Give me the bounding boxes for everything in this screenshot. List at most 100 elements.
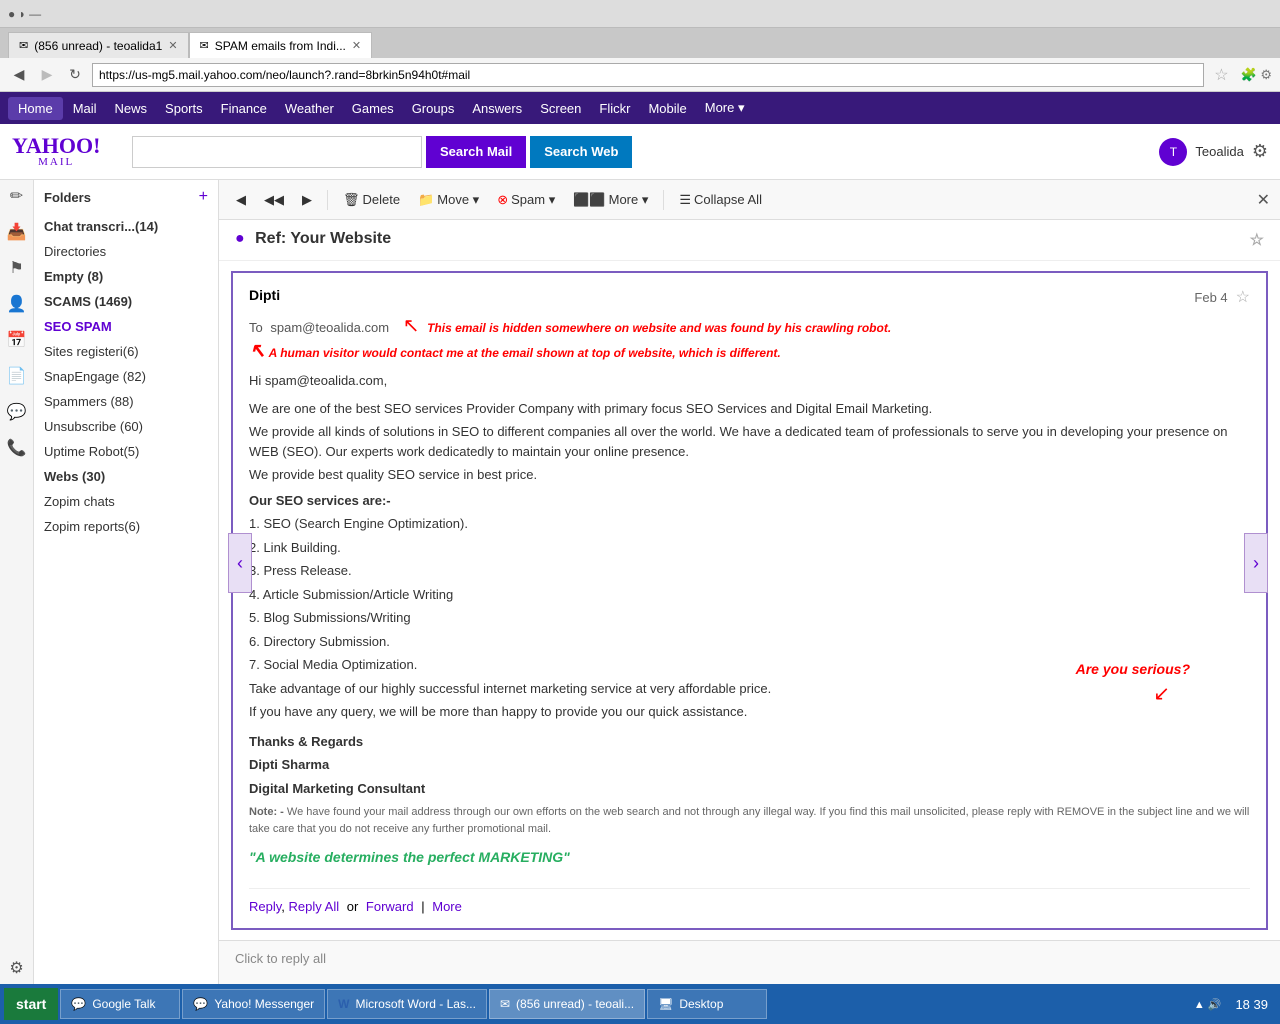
sidebar-item-unsubscribe[interactable]: Unsubscribe (60) xyxy=(34,414,218,439)
add-folder-button[interactable]: + xyxy=(199,188,208,206)
contacts-icon[interactable]: 👤 xyxy=(7,294,27,314)
nav-weather[interactable]: Weather xyxy=(277,97,342,120)
sidebar-item-scams[interactable]: SCAMS (1469) xyxy=(34,289,218,314)
search-web-button[interactable]: Search Web xyxy=(530,136,632,168)
tab-1[interactable]: ✉ (856 unread) - teoalida1 ✕ xyxy=(8,32,189,58)
click-to-reply[interactable]: Click to reply all xyxy=(235,951,1264,966)
notepad-icon[interactable]: 📄 xyxy=(7,366,27,386)
collapse-all-button[interactable]: ☰ Collapse All xyxy=(672,187,769,213)
back-nav-button[interactable]: ◀ xyxy=(229,187,253,213)
reply-all-link[interactable]: Reply All xyxy=(289,899,340,914)
taskbar-item-yahoo-messenger[interactable]: 💬 Yahoo! Messenger xyxy=(182,989,325,1019)
quote-line: "A website determines the perfect MARKET… xyxy=(249,847,1250,868)
sidebar-item-spammers[interactable]: Spammers (88) xyxy=(34,389,218,414)
spam-button[interactable]: ⊗ Spam ▾ xyxy=(490,187,562,213)
tab1-close[interactable]: ✕ xyxy=(168,39,177,52)
sidebar-item-seo-spam[interactable]: SEO SPAM xyxy=(34,314,218,339)
reply-link[interactable]: Reply xyxy=(249,899,281,914)
sidebar-item-uptime-robot[interactable]: Uptime Robot(5) xyxy=(34,439,218,464)
body-line-9: 6. Directory Submission. xyxy=(249,632,1250,652)
bookmark-star-icon[interactable]: ☆ xyxy=(1214,65,1228,85)
sidebar-sites-label: Sites registeri(6) xyxy=(44,344,139,359)
forward-link[interactable]: Forward xyxy=(366,899,414,914)
more-button[interactable]: ⬛⬛ More ▾ xyxy=(566,187,655,213)
nav-flickr[interactable]: Flickr xyxy=(591,97,638,120)
back-button[interactable]: ◀ xyxy=(8,64,30,86)
nav-mail[interactable]: Mail xyxy=(65,97,105,120)
sidebar-item-webs[interactable]: Webs (30) xyxy=(34,464,218,489)
thanks-line: Thanks & Regards xyxy=(249,732,1250,752)
content-area: ◀ ◀◀ ▶ 🗑 Delete 📁 Move ▾ ⊗ Spam ▾ ⬛⬛ Mor… xyxy=(219,180,1280,984)
nav-finance[interactable]: Finance xyxy=(213,97,275,120)
note-label: Note: - xyxy=(249,806,284,818)
calendar-icon[interactable]: 📅 xyxy=(7,330,27,350)
toolbar-separator-2 xyxy=(663,190,664,210)
settings2-icon[interactable]: ⚙ xyxy=(9,958,23,978)
body-line-1: We provide all kinds of solutions in SEO… xyxy=(249,422,1250,461)
sidebar-item-sites-registeri[interactable]: Sites registeri(6) xyxy=(34,339,218,364)
prev-email-button[interactable]: ‹ xyxy=(228,533,252,593)
nav-more[interactable]: More ▾ xyxy=(697,96,753,120)
extensions-icon: 🧩 ⚙ xyxy=(1241,67,1272,83)
messenger-icon[interactable]: 💬 xyxy=(7,402,27,422)
sidebar: Folders + Chat transcri...(14) Directori… xyxy=(34,180,219,984)
inbox-icon[interactable]: 📥 xyxy=(7,222,27,242)
start-button[interactable]: start xyxy=(4,988,58,1020)
taskbar: start 💬 Google Talk 💬 Yahoo! Messenger W… xyxy=(0,984,1280,1024)
nav-news[interactable]: News xyxy=(107,97,156,120)
taskbar-item-google-talk[interactable]: 💬 Google Talk xyxy=(60,989,180,1019)
close-email-button[interactable]: ✕ xyxy=(1257,190,1270,210)
collapse-label: Collapse All xyxy=(694,192,762,207)
nav-screen[interactable]: Screen xyxy=(532,97,589,120)
sidebar-item-zopim-chats[interactable]: Zopim chats xyxy=(34,489,218,514)
tab-bar: ✉ (856 unread) - teoalida1 ✕ ✉ SPAM emai… xyxy=(0,28,1280,58)
sidebar-item-directories[interactable]: Directories xyxy=(34,239,218,264)
flag-icon[interactable]: ⚑ xyxy=(9,258,23,278)
taskbar-item-desktop[interactable]: 🖥 Desktop xyxy=(647,989,767,1019)
main-layout: ✏ 📥 ⚑ 👤 📅 📄 💬 📞 ⚙ Folders + Chat transcr… xyxy=(0,180,1280,984)
tab-2[interactable]: ✉ SPAM emails from Indi... ✕ xyxy=(189,32,373,58)
nav-mobile[interactable]: Mobile xyxy=(640,97,694,120)
nav-sports[interactable]: Sports xyxy=(157,97,211,120)
reload-button[interactable]: ↻ xyxy=(64,64,86,86)
search-input[interactable] xyxy=(132,136,422,168)
back-all-nav-button[interactable]: ◀◀ xyxy=(257,187,291,213)
phone-icon[interactable]: 📞 xyxy=(7,438,27,458)
delete-button[interactable]: 🗑 Delete xyxy=(336,187,407,213)
tab1-title: (856 unread) - teoalida1 xyxy=(34,39,162,53)
sidebar-item-chat-transcri[interactable]: Chat transcri...(14) xyxy=(34,214,218,239)
nav-games[interactable]: Games xyxy=(344,97,402,120)
sidebar-item-snapengage[interactable]: SnapEngage (82) xyxy=(34,364,218,389)
browser-titlebar: ● ◗ — xyxy=(0,0,1280,28)
subject-star[interactable]: ☆ xyxy=(1250,230,1264,250)
sidebar-seo-spam-label: SEO SPAM xyxy=(44,319,112,334)
forward-button[interactable]: ▶ xyxy=(36,64,58,86)
nav-home[interactable]: Home xyxy=(8,97,63,120)
email-to-row: To spam@teoalida.com ↖ This email is hid… xyxy=(249,313,1250,363)
sidebar-item-zopim-reports[interactable]: Zopim reports(6) xyxy=(34,514,218,539)
sender-title-line: Digital Marketing Consultant xyxy=(249,779,1250,799)
yahoo-messenger-label: Yahoo! Messenger xyxy=(214,997,314,1011)
move-button[interactable]: 📁 Move ▾ xyxy=(411,187,486,213)
address-input[interactable] xyxy=(92,63,1204,87)
taskbar-item-word[interactable]: W Microsoft Word - Las... xyxy=(327,989,487,1019)
move-label: Move ▾ xyxy=(437,192,479,208)
compose-icon[interactable]: ✏ xyxy=(10,186,23,206)
sys-tray-icons: ▲ 🔊 xyxy=(1194,998,1222,1011)
taskbar-item-yahoo-mail[interactable]: ✉ (856 unread) - teoali... xyxy=(489,989,645,1019)
more-reply-link[interactable]: More xyxy=(432,899,462,914)
settings-icon[interactable]: ⚙ xyxy=(1252,141,1268,162)
nav-answers[interactable]: Answers xyxy=(464,97,530,120)
email-viewer: ‹ › Dipti Feb 4 ☆ To spam@teoalida.com ↖ xyxy=(219,261,1280,984)
sidebar-zopim-chats-label: Zopim chats xyxy=(44,494,115,509)
search-mail-button[interactable]: Search Mail xyxy=(426,136,526,168)
reply-area: Click to reply all Example of SEO SPAM e… xyxy=(219,940,1280,984)
nav-groups[interactable]: Groups xyxy=(404,97,463,120)
yahoo-mail-taskbar-label: (856 unread) - teoali... xyxy=(516,997,634,1011)
sidebar-item-empty[interactable]: Empty (8) xyxy=(34,264,218,289)
header-user-area: T Teoalida ⚙ xyxy=(1159,138,1268,166)
tab2-close[interactable]: ✕ xyxy=(352,39,361,52)
email-star-icon[interactable]: ☆ xyxy=(1236,287,1250,307)
next-email-button[interactable]: › xyxy=(1244,533,1268,593)
forward-nav-button[interactable]: ▶ xyxy=(295,187,319,213)
